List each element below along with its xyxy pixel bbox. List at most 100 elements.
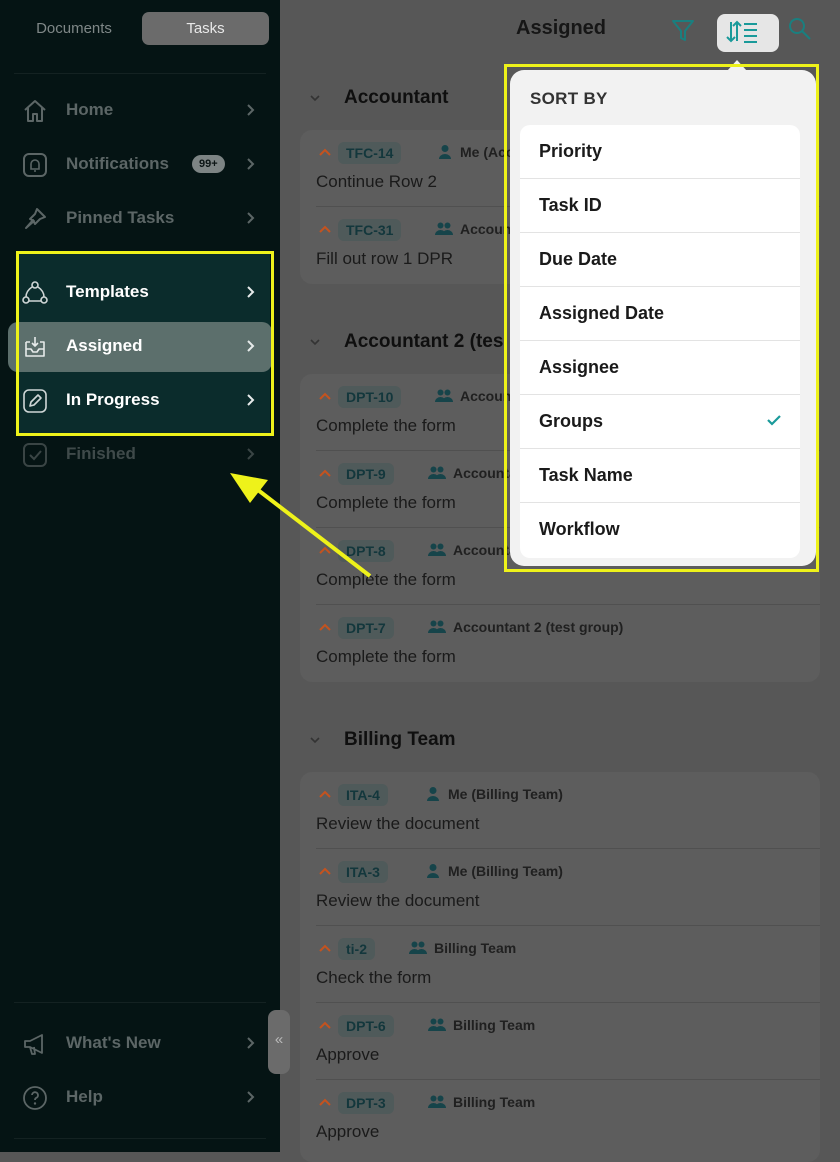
sidebar-collapse-button[interactable]: « <box>268 1010 290 1074</box>
task-name: Review the document <box>316 814 480 833</box>
group-icon <box>435 222 453 235</box>
task-name: Complete the form <box>316 416 456 435</box>
task-name: Review the document <box>316 891 480 910</box>
person-icon <box>427 864 439 878</box>
priority-high-icon <box>319 1021 331 1029</box>
chevron-right-icon <box>247 1037 255 1049</box>
group-icon <box>428 543 446 556</box>
chevron-right-icon <box>247 212 255 224</box>
assignee-label: Me (Billing Team) <box>448 863 563 879</box>
task-name: Approve <box>316 1122 380 1141</box>
check-square-icon <box>23 443 47 467</box>
sidebar-item-label: What's New <box>66 1033 161 1052</box>
task-name: Continue Row 2 <box>316 172 437 191</box>
assignee-label: Accountant 2 (test group) <box>453 619 624 635</box>
group-icon <box>428 1018 446 1031</box>
home-icon <box>24 100 46 122</box>
priority-high-icon <box>319 148 331 156</box>
assignee-label: Billing Team <box>434 940 517 956</box>
sidebar: Documents Tasks Home Notifications 99+ P… <box>0 0 280 1152</box>
task-id-badge: ITA-4 <box>338 784 388 806</box>
chevron-right-icon <box>247 448 255 460</box>
chevron-right-icon <box>247 104 255 116</box>
task-row[interactable]: DPT-6 Billing Team Approve <box>300 1003 820 1080</box>
search-icon[interactable] <box>787 16 813 42</box>
chevron-down-icon <box>310 737 320 744</box>
megaphone-icon <box>24 1034 43 1055</box>
group-icon <box>428 620 446 633</box>
sidebar-divider <box>14 73 266 74</box>
sidebar-item-finished[interactable]: Finished <box>8 430 272 480</box>
task-name: Complete the form <box>316 570 456 589</box>
priority-high-icon <box>319 1098 331 1106</box>
sidebar-divider <box>14 1138 266 1139</box>
segment-tasks[interactable]: Tasks <box>142 12 269 45</box>
sidebar-item-label: Home <box>66 100 114 119</box>
person-icon <box>427 787 439 801</box>
sidebar-item-label: Help <box>66 1087 103 1106</box>
group-icon <box>435 389 453 402</box>
help-icon <box>23 1086 47 1110</box>
task-id-badge: TFC-31 <box>338 219 402 241</box>
task-id-badge: DPT-10 <box>338 386 402 408</box>
sidebar-item-label: Finished <box>66 444 136 463</box>
task-row[interactable]: ITA-4 Me (Billing Team) Review the docum… <box>300 772 820 849</box>
sort-button[interactable] <box>717 14 779 52</box>
task-name: Approve <box>316 1045 380 1064</box>
task-name: Complete the form <box>316 647 456 666</box>
group-icon <box>428 1095 446 1108</box>
bell-icon <box>23 153 47 177</box>
task-name: Check the form <box>316 968 432 987</box>
task-row[interactable]: ITA-3 Me (Billing Team) Review the docum… <box>300 849 820 926</box>
task-id-badge: ti-2 <box>338 938 375 960</box>
assignee-label: Billing Team <box>453 1017 536 1033</box>
filter-icon[interactable] <box>671 18 695 44</box>
task-name: Fill out row 1 DPR <box>316 249 453 268</box>
group-name: Accountant 2 (tes <box>344 331 504 352</box>
pin-icon <box>25 208 46 229</box>
task-id-badge: DPT-3 <box>338 1092 394 1114</box>
priority-high-icon <box>319 790 331 798</box>
task-id-badge: DPT-9 <box>338 463 394 485</box>
priority-high-icon <box>319 225 331 233</box>
notification-badge: 99+ <box>192 155 225 173</box>
sidebar-item-help[interactable]: Help <box>8 1073 272 1123</box>
double-chevron-left-icon: « <box>274 1031 284 1048</box>
group-name: Accountant <box>344 87 449 108</box>
sidebar-divider <box>14 1002 266 1003</box>
task-name: Complete the form <box>316 493 456 512</box>
priority-high-icon <box>319 546 331 554</box>
chevron-down-icon <box>310 95 320 102</box>
assignee-label: Billing Team <box>453 1094 536 1110</box>
priority-high-icon <box>319 469 331 477</box>
task-id-badge: ITA-3 <box>338 861 388 883</box>
assignee-label: Me (Billing Team) <box>448 786 563 802</box>
sidebar-item-notifications[interactable]: Notifications 99+ <box>8 140 272 190</box>
highlight-box-sort-menu <box>504 64 819 572</box>
task-row[interactable]: DPT-7 Accountant 2 (test group) Complete… <box>300 605 820 682</box>
task-id-badge: DPT-8 <box>338 540 394 562</box>
task-id-badge: TFC-14 <box>338 142 402 164</box>
segmented-control: Documents Tasks <box>12 12 270 46</box>
sidebar-item-label: Notifications <box>66 154 169 173</box>
group-icon <box>409 941 427 954</box>
person-icon <box>439 145 451 159</box>
task-row[interactable]: DPT-3 Billing Team Approve <box>300 1080 820 1157</box>
priority-high-icon <box>319 944 331 952</box>
chevron-down-icon <box>310 339 320 346</box>
priority-high-icon <box>319 623 331 631</box>
priority-high-icon <box>319 392 331 400</box>
priority-high-icon <box>319 867 331 875</box>
chevron-right-icon <box>247 158 255 170</box>
sidebar-item-whats-new[interactable]: What's New <box>8 1019 272 1069</box>
sidebar-item-label: Pinned Tasks <box>66 208 175 227</box>
sort-icon <box>726 20 757 43</box>
group-name: Billing Team <box>344 729 456 750</box>
task-id-badge: DPT-7 <box>338 617 394 639</box>
task-row[interactable]: ti-2 Billing Team Check the form <box>300 926 820 1003</box>
group-icon <box>428 466 446 479</box>
chevron-right-icon <box>247 1091 255 1103</box>
segment-documents[interactable]: Documents <box>12 12 136 45</box>
sidebar-item-home[interactable]: Home <box>8 86 272 136</box>
sidebar-item-pinned-tasks[interactable]: Pinned Tasks <box>8 194 272 244</box>
